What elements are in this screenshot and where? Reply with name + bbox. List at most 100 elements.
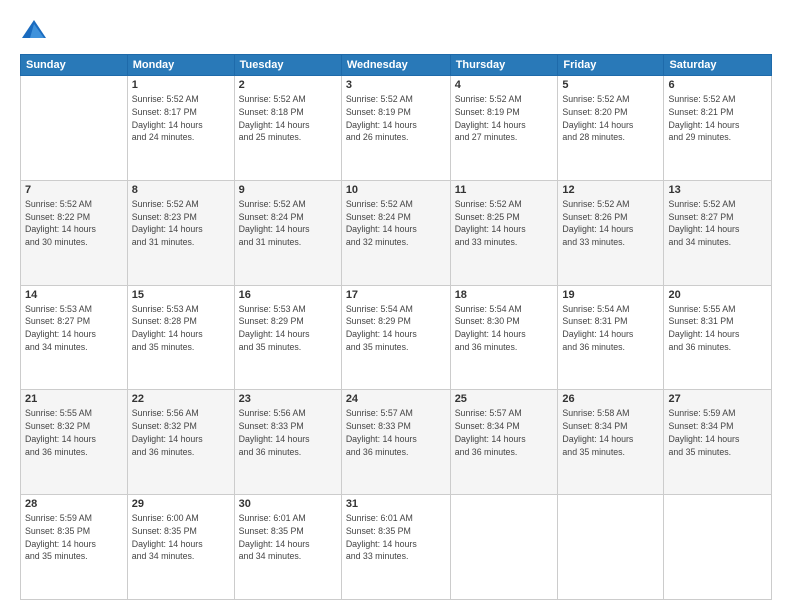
day-info: Sunrise: 5:52 AM Sunset: 8:20 PM Dayligh… [562, 93, 659, 144]
day-info: Sunrise: 5:53 AM Sunset: 8:27 PM Dayligh… [25, 303, 123, 354]
day-info: Sunrise: 5:53 AM Sunset: 8:28 PM Dayligh… [132, 303, 230, 354]
calendar-cell: 25 Sunrise: 5:57 AM Sunset: 8:34 PM Dayli… [450, 390, 558, 495]
calendar-cell: 8 Sunrise: 5:52 AM Sunset: 8:23 PM Daylig… [127, 180, 234, 285]
day-info: Sunrise: 5:52 AM Sunset: 8:26 PM Dayligh… [562, 198, 659, 249]
calendar-day-header: Saturday [664, 55, 772, 76]
day-info: Sunrise: 5:58 AM Sunset: 8:34 PM Dayligh… [562, 407, 659, 458]
page: SundayMondayTuesdayWednesdayThursdayFrid… [0, 0, 792, 612]
calendar-cell: 9Sunrise: 5:52 AM Sunset: 8:24 PM Daylig… [234, 180, 341, 285]
calendar-cell: 28Sunrise: 5:59 AM Sunset: 8:35 PM Dayli… [21, 495, 128, 600]
day-info: Sunrise: 5:54 AM Sunset: 8:31 PM Dayligh… [562, 303, 659, 354]
day-info: Sunrise: 5:52 AM Sunset: 8:25 PM Dayligh… [455, 198, 554, 249]
calendar-cell: 22 Sunrise: 5:56 AM Sunset: 8:32 PM Dayli… [127, 390, 234, 495]
calendar-cell: 19 Sunrise: 5:54 AM Sunset: 8:31 PM Dayli… [558, 285, 664, 390]
day-number: 25 [455, 393, 554, 405]
day-number: 3 [346, 79, 446, 91]
calendar-cell: 20Sunrise: 5:55 AM Sunset: 8:31 PM Dayli… [664, 285, 772, 390]
calendar-cell: 7Sunrise: 5:52 AM Sunset: 8:22 PM Daylig… [21, 180, 128, 285]
day-info: Sunrise: 6:00 AM Sunset: 8:35 PM Dayligh… [132, 512, 230, 563]
day-info: Sunrise: 6:01 AM Sunset: 8:35 PM Dayligh… [346, 512, 446, 563]
day-info: Sunrise: 5:52 AM Sunset: 8:23 PM Dayligh… [132, 198, 230, 249]
calendar-cell: 3 Sunrise: 5:52 AM Sunset: 8:19 PM Daylig… [341, 76, 450, 181]
day-number: 19 [562, 289, 659, 301]
day-info: Sunrise: 5:53 AM Sunset: 8:29 PM Dayligh… [239, 303, 337, 354]
day-number: 5 [562, 79, 659, 91]
calendar-week-row: 21 Sunrise: 5:55 AM Sunset: 8:32 PM Dayli… [21, 390, 772, 495]
day-number: 4 [455, 79, 554, 91]
day-number: 21 [25, 393, 123, 405]
calendar-cell [558, 495, 664, 600]
calendar-cell: 30 Sunrise: 6:01 AM Sunset: 8:35 PM Dayli… [234, 495, 341, 600]
day-number: 26 [562, 393, 659, 405]
day-info: Sunrise: 5:52 AM Sunset: 8:27 PM Dayligh… [668, 198, 767, 249]
calendar-cell: 27 Sunrise: 5:59 AM Sunset: 8:34 PM Dayli… [664, 390, 772, 495]
calendar-cell: 29Sunrise: 6:00 AM Sunset: 8:35 PM Dayli… [127, 495, 234, 600]
calendar-day-header: Monday [127, 55, 234, 76]
calendar-cell [21, 76, 128, 181]
day-info: Sunrise: 5:52 AM Sunset: 8:24 PM Dayligh… [346, 198, 446, 249]
day-info: Sunrise: 5:52 AM Sunset: 8:19 PM Dayligh… [346, 93, 446, 144]
day-info: Sunrise: 5:57 AM Sunset: 8:34 PM Dayligh… [455, 407, 554, 458]
day-number: 27 [668, 393, 767, 405]
day-info: Sunrise: 5:59 AM Sunset: 8:34 PM Dayligh… [668, 407, 767, 458]
day-info: Sunrise: 5:52 AM Sunset: 8:18 PM Dayligh… [239, 93, 337, 144]
calendar-cell: 18 Sunrise: 5:54 AM Sunset: 8:30 PM Dayli… [450, 285, 558, 390]
day-number: 24 [346, 393, 446, 405]
header [20, 16, 772, 44]
calendar-week-row: 14 Sunrise: 5:53 AM Sunset: 8:27 PM Dayli… [21, 285, 772, 390]
day-number: 17 [346, 289, 446, 301]
calendar-cell: 24 Sunrise: 5:57 AM Sunset: 8:33 PM Dayli… [341, 390, 450, 495]
calendar-cell: 16 Sunrise: 5:53 AM Sunset: 8:29 PM Dayli… [234, 285, 341, 390]
day-number: 22 [132, 393, 230, 405]
day-info: Sunrise: 5:54 AM Sunset: 8:30 PM Dayligh… [455, 303, 554, 354]
day-number: 14 [25, 289, 123, 301]
day-number: 6 [668, 79, 767, 91]
calendar-cell: 23 Sunrise: 5:56 AM Sunset: 8:33 PM Dayli… [234, 390, 341, 495]
day-info: Sunrise: 5:52 AM Sunset: 8:19 PM Dayligh… [455, 93, 554, 144]
calendar-cell: 2 Sunrise: 5:52 AM Sunset: 8:18 PM Daylig… [234, 76, 341, 181]
calendar-week-row: 1Sunrise: 5:52 AM Sunset: 8:17 PM Daylig… [21, 76, 772, 181]
day-number: 2 [239, 79, 337, 91]
day-info: Sunrise: 5:52 AM Sunset: 8:22 PM Dayligh… [25, 198, 123, 249]
calendar-header-row: SundayMondayTuesdayWednesdayThursdayFrid… [21, 55, 772, 76]
calendar-cell: 5 Sunrise: 5:52 AM Sunset: 8:20 PM Daylig… [558, 76, 664, 181]
day-info: Sunrise: 5:56 AM Sunset: 8:32 PM Dayligh… [132, 407, 230, 458]
day-number: 15 [132, 289, 230, 301]
calendar-cell: 13 Sunrise: 5:52 AM Sunset: 8:27 PM Dayli… [664, 180, 772, 285]
day-info: Sunrise: 5:56 AM Sunset: 8:33 PM Dayligh… [239, 407, 337, 458]
calendar-day-header: Wednesday [341, 55, 450, 76]
logo-icon [20, 16, 48, 44]
calendar-cell: 26 Sunrise: 5:58 AM Sunset: 8:34 PM Dayli… [558, 390, 664, 495]
calendar-cell: 6 Sunrise: 5:52 AM Sunset: 8:21 PM Daylig… [664, 76, 772, 181]
calendar-cell: 11 Sunrise: 5:52 AM Sunset: 8:25 PM Dayli… [450, 180, 558, 285]
day-number: 10 [346, 184, 446, 196]
calendar-cell: 14 Sunrise: 5:53 AM Sunset: 8:27 PM Dayli… [21, 285, 128, 390]
day-number: 23 [239, 393, 337, 405]
calendar-week-row: 28Sunrise: 5:59 AM Sunset: 8:35 PM Dayli… [21, 495, 772, 600]
day-info: Sunrise: 5:59 AM Sunset: 8:35 PM Dayligh… [25, 512, 123, 563]
day-number: 12 [562, 184, 659, 196]
day-number: 8 [132, 184, 230, 196]
day-number: 30 [239, 498, 337, 510]
calendar-day-header: Tuesday [234, 55, 341, 76]
calendar-cell [450, 495, 558, 600]
calendar-cell: 12 Sunrise: 5:52 AM Sunset: 8:26 PM Dayli… [558, 180, 664, 285]
calendar-week-row: 7Sunrise: 5:52 AM Sunset: 8:22 PM Daylig… [21, 180, 772, 285]
calendar-cell: 4 Sunrise: 5:52 AM Sunset: 8:19 PM Daylig… [450, 76, 558, 181]
day-info: Sunrise: 5:52 AM Sunset: 8:21 PM Dayligh… [668, 93, 767, 144]
day-number: 13 [668, 184, 767, 196]
day-info: Sunrise: 5:54 AM Sunset: 8:29 PM Dayligh… [346, 303, 446, 354]
day-info: Sunrise: 5:55 AM Sunset: 8:32 PM Dayligh… [25, 407, 123, 458]
day-number: 11 [455, 184, 554, 196]
day-info: Sunrise: 5:55 AM Sunset: 8:31 PM Dayligh… [668, 303, 767, 354]
day-info: Sunrise: 5:57 AM Sunset: 8:33 PM Dayligh… [346, 407, 446, 458]
day-info: Sunrise: 6:01 AM Sunset: 8:35 PM Dayligh… [239, 512, 337, 563]
calendar-cell: 31Sunrise: 6:01 AM Sunset: 8:35 PM Dayli… [341, 495, 450, 600]
day-number: 16 [239, 289, 337, 301]
calendar-cell: 1Sunrise: 5:52 AM Sunset: 8:17 PM Daylig… [127, 76, 234, 181]
day-number: 18 [455, 289, 554, 301]
calendar-cell [664, 495, 772, 600]
calendar-cell: 15 Sunrise: 5:53 AM Sunset: 8:28 PM Dayli… [127, 285, 234, 390]
calendar-table: SundayMondayTuesdayWednesdayThursdayFrid… [20, 54, 772, 600]
calendar-day-header: Thursday [450, 55, 558, 76]
